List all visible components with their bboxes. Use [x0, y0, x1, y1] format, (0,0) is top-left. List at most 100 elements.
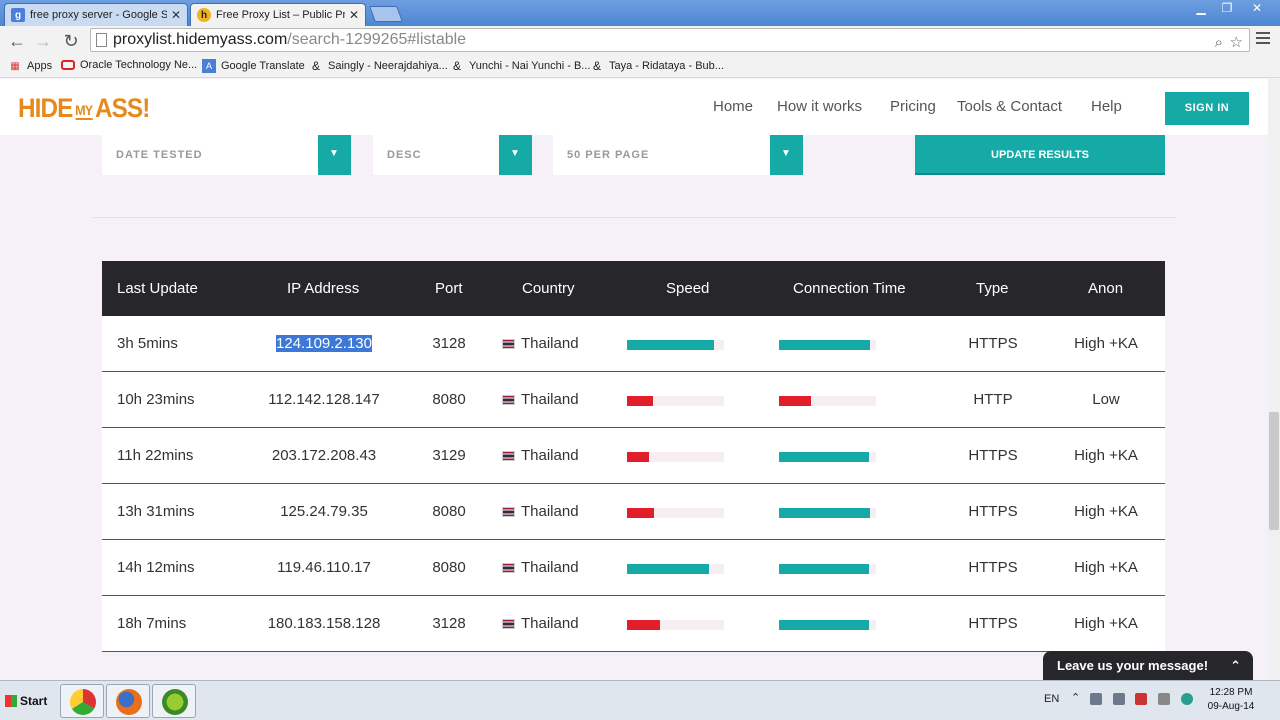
start-label: Start — [20, 694, 48, 708]
restore-icon[interactable]: ❐ — [1214, 1, 1240, 16]
apps-grid-icon: ▦ — [10, 60, 20, 72]
per-page-select[interactable]: 50 PER PAGE ▼ — [553, 135, 803, 175]
speed-bar — [627, 452, 724, 462]
taskbar-chrome[interactable] — [60, 684, 104, 718]
os-taskbar: Start EN ⌃ 12:28 PM 09-Aug-14 — [0, 680, 1280, 720]
battery-tray-icon[interactable] — [1113, 693, 1125, 705]
window-close-icon[interactable]: ✕ — [1240, 1, 1274, 16]
nav-pricing[interactable]: Pricing — [890, 98, 936, 115]
speed-bar — [627, 340, 724, 350]
cell-ip-address[interactable]: 125.24.79.35 — [254, 484, 394, 540]
site-header: HIDE MYASS! Home How it works Pricing Too… — [0, 79, 1268, 135]
connection-time-bar-fill — [779, 452, 869, 462]
flag-tray-icon[interactable] — [1090, 693, 1102, 705]
browser-tab-bar: g free proxy server - Google S ✕ h Free … — [0, 0, 1280, 26]
search-icon[interactable]: ⌕ — [1215, 32, 1223, 54]
bookmark-taya[interactable]: & Taya - Ridataya - Bub... — [590, 59, 724, 73]
bookmark-saingly[interactable]: & Saingly - Neerajdahiya... — [309, 59, 448, 73]
header-last-update[interactable]: Last Update — [117, 261, 198, 316]
security-tray-icon[interactable] — [1135, 693, 1147, 705]
header-port[interactable]: Port — [435, 261, 463, 316]
language-indicator[interactable]: EN — [1044, 693, 1059, 705]
sign-in-button[interactable]: SIGN IN — [1165, 92, 1249, 125]
minimize-icon[interactable]: ▁ — [1188, 1, 1214, 16]
cell-port: 8080 — [432, 503, 466, 520]
menu-icon[interactable] — [1256, 32, 1270, 47]
ip-text[interactable]: 203.172.208.43 — [272, 447, 376, 464]
bookmarks-bar: ▦ Apps Oracle Technology Ne... A Google … — [0, 56, 1280, 78]
bookmark-apps[interactable]: ▦ Apps — [8, 59, 52, 73]
header-connection-time[interactable]: Connection Time — [793, 261, 906, 316]
bookmark-oracle[interactable]: Oracle Technology Ne... — [61, 59, 197, 71]
connection-time-bar — [779, 452, 876, 462]
new-tab-button[interactable] — [369, 6, 403, 22]
header-ip-address[interactable]: IP Address — [287, 261, 359, 316]
ip-text[interactable]: 124.109.2.130 — [276, 335, 372, 352]
chevron-down-icon: ▼ — [318, 135, 351, 175]
google-icon: g — [11, 8, 25, 22]
forward-icon[interactable]: → — [32, 30, 54, 52]
header-speed[interactable]: Speed — [666, 261, 709, 316]
ip-text[interactable]: 112.142.128.147 — [268, 391, 380, 408]
cell-ip-address[interactable]: 124.109.2.130 — [254, 316, 394, 372]
cell-country: Thailand — [502, 484, 579, 540]
browser-toolbar: ← → ↻ proxylist.hidemyass.com/search-129… — [0, 26, 1280, 56]
volume-tray-icon[interactable] — [1158, 693, 1170, 705]
ip-text[interactable]: 180.183.158.128 — [268, 615, 381, 632]
browser-tab-proxylist[interactable]: h Free Proxy List – Public Prox ✕ — [190, 3, 366, 26]
connection-time-bar-fill — [779, 396, 811, 406]
windows-logo-icon — [5, 695, 17, 707]
header-anon[interactable]: Anon — [1088, 261, 1123, 316]
chevron-up-icon[interactable]: ⌃ — [1230, 651, 1241, 680]
network-tray-icon[interactable] — [1181, 693, 1193, 705]
cell-ip-address[interactable]: 203.172.208.43 — [254, 428, 394, 484]
ip-text[interactable]: 125.24.79.35 — [280, 503, 368, 520]
green-app-icon — [162, 689, 188, 715]
cell-ip-address[interactable]: 180.183.158.128 — [254, 596, 394, 652]
clock-time: 12:28 PM — [1209, 687, 1253, 698]
taskbar-firefox[interactable] — [106, 684, 150, 718]
nav-tools-contact[interactable]: Tools & Contact — [957, 98, 1062, 115]
page-scrollbar[interactable] — [1268, 79, 1280, 679]
browser-tab-google[interactable]: g free proxy server - Google S ✕ — [4, 3, 188, 26]
cell-country: Thailand — [502, 540, 579, 596]
speed-bar-fill — [627, 564, 709, 574]
bookmark-google-translate[interactable]: A Google Translate — [202, 59, 305, 73]
tab-title: free proxy server - Google S — [30, 9, 167, 21]
cell-ip-address[interactable]: 119.46.110.17 — [254, 540, 394, 596]
address-bar[interactable]: proxylist.hidemyass.com/search-1299265#l… — [90, 28, 1250, 52]
header-type[interactable]: Type — [976, 261, 1009, 316]
site-logo[interactable]: HIDE MYASS! — [18, 93, 150, 124]
logo-part: MY — [75, 101, 93, 120]
ip-text[interactable]: 119.46.110.17 — [277, 559, 371, 576]
tray-expand-icon[interactable]: ⌃ — [1071, 691, 1080, 704]
cell-last-update: 18h 7mins — [117, 615, 187, 632]
system-clock[interactable]: 12:28 PM 09-Aug-14 — [1200, 686, 1262, 714]
cell-anon: High +KA — [1074, 503, 1138, 520]
bookmark-yunchi[interactable]: & Yunchi - Nai Yunchi - B... — [450, 59, 591, 73]
header-country[interactable]: Country — [522, 261, 575, 316]
cell-port: 3129 — [432, 447, 466, 464]
nav-home[interactable]: Home — [713, 98, 753, 115]
order-select[interactable]: DESC ▼ — [373, 135, 532, 175]
taskbar-app[interactable] — [152, 684, 196, 718]
star-icon[interactable]: ☆ — [1230, 32, 1243, 54]
firefox-icon — [116, 689, 142, 715]
connection-time-bar — [779, 508, 876, 518]
country-name: Thailand — [521, 447, 579, 464]
sort-by-select[interactable]: DATE TESTED ▼ — [102, 135, 351, 175]
update-results-button[interactable]: UPDATE RESULTS — [915, 135, 1165, 175]
close-icon[interactable]: ✕ — [349, 8, 359, 22]
nav-how-it-works[interactable]: How it works — [777, 98, 862, 115]
speed-bar — [627, 620, 724, 630]
scrollbar-thumb[interactable] — [1269, 412, 1279, 530]
bookmark-label: Taya - Ridataya - Bub... — [609, 60, 724, 72]
close-icon[interactable]: ✕ — [171, 8, 181, 22]
cell-ip-address[interactable]: 112.142.128.147 — [254, 372, 394, 428]
connection-time-bar — [779, 620, 876, 630]
chat-widget[interactable]: Leave us your message! ⌃ — [1043, 651, 1253, 680]
start-button[interactable]: Start — [2, 686, 52, 716]
reload-icon[interactable]: ↻ — [60, 30, 82, 52]
back-icon[interactable]: ← — [6, 30, 28, 52]
nav-help[interactable]: Help — [1091, 98, 1122, 115]
